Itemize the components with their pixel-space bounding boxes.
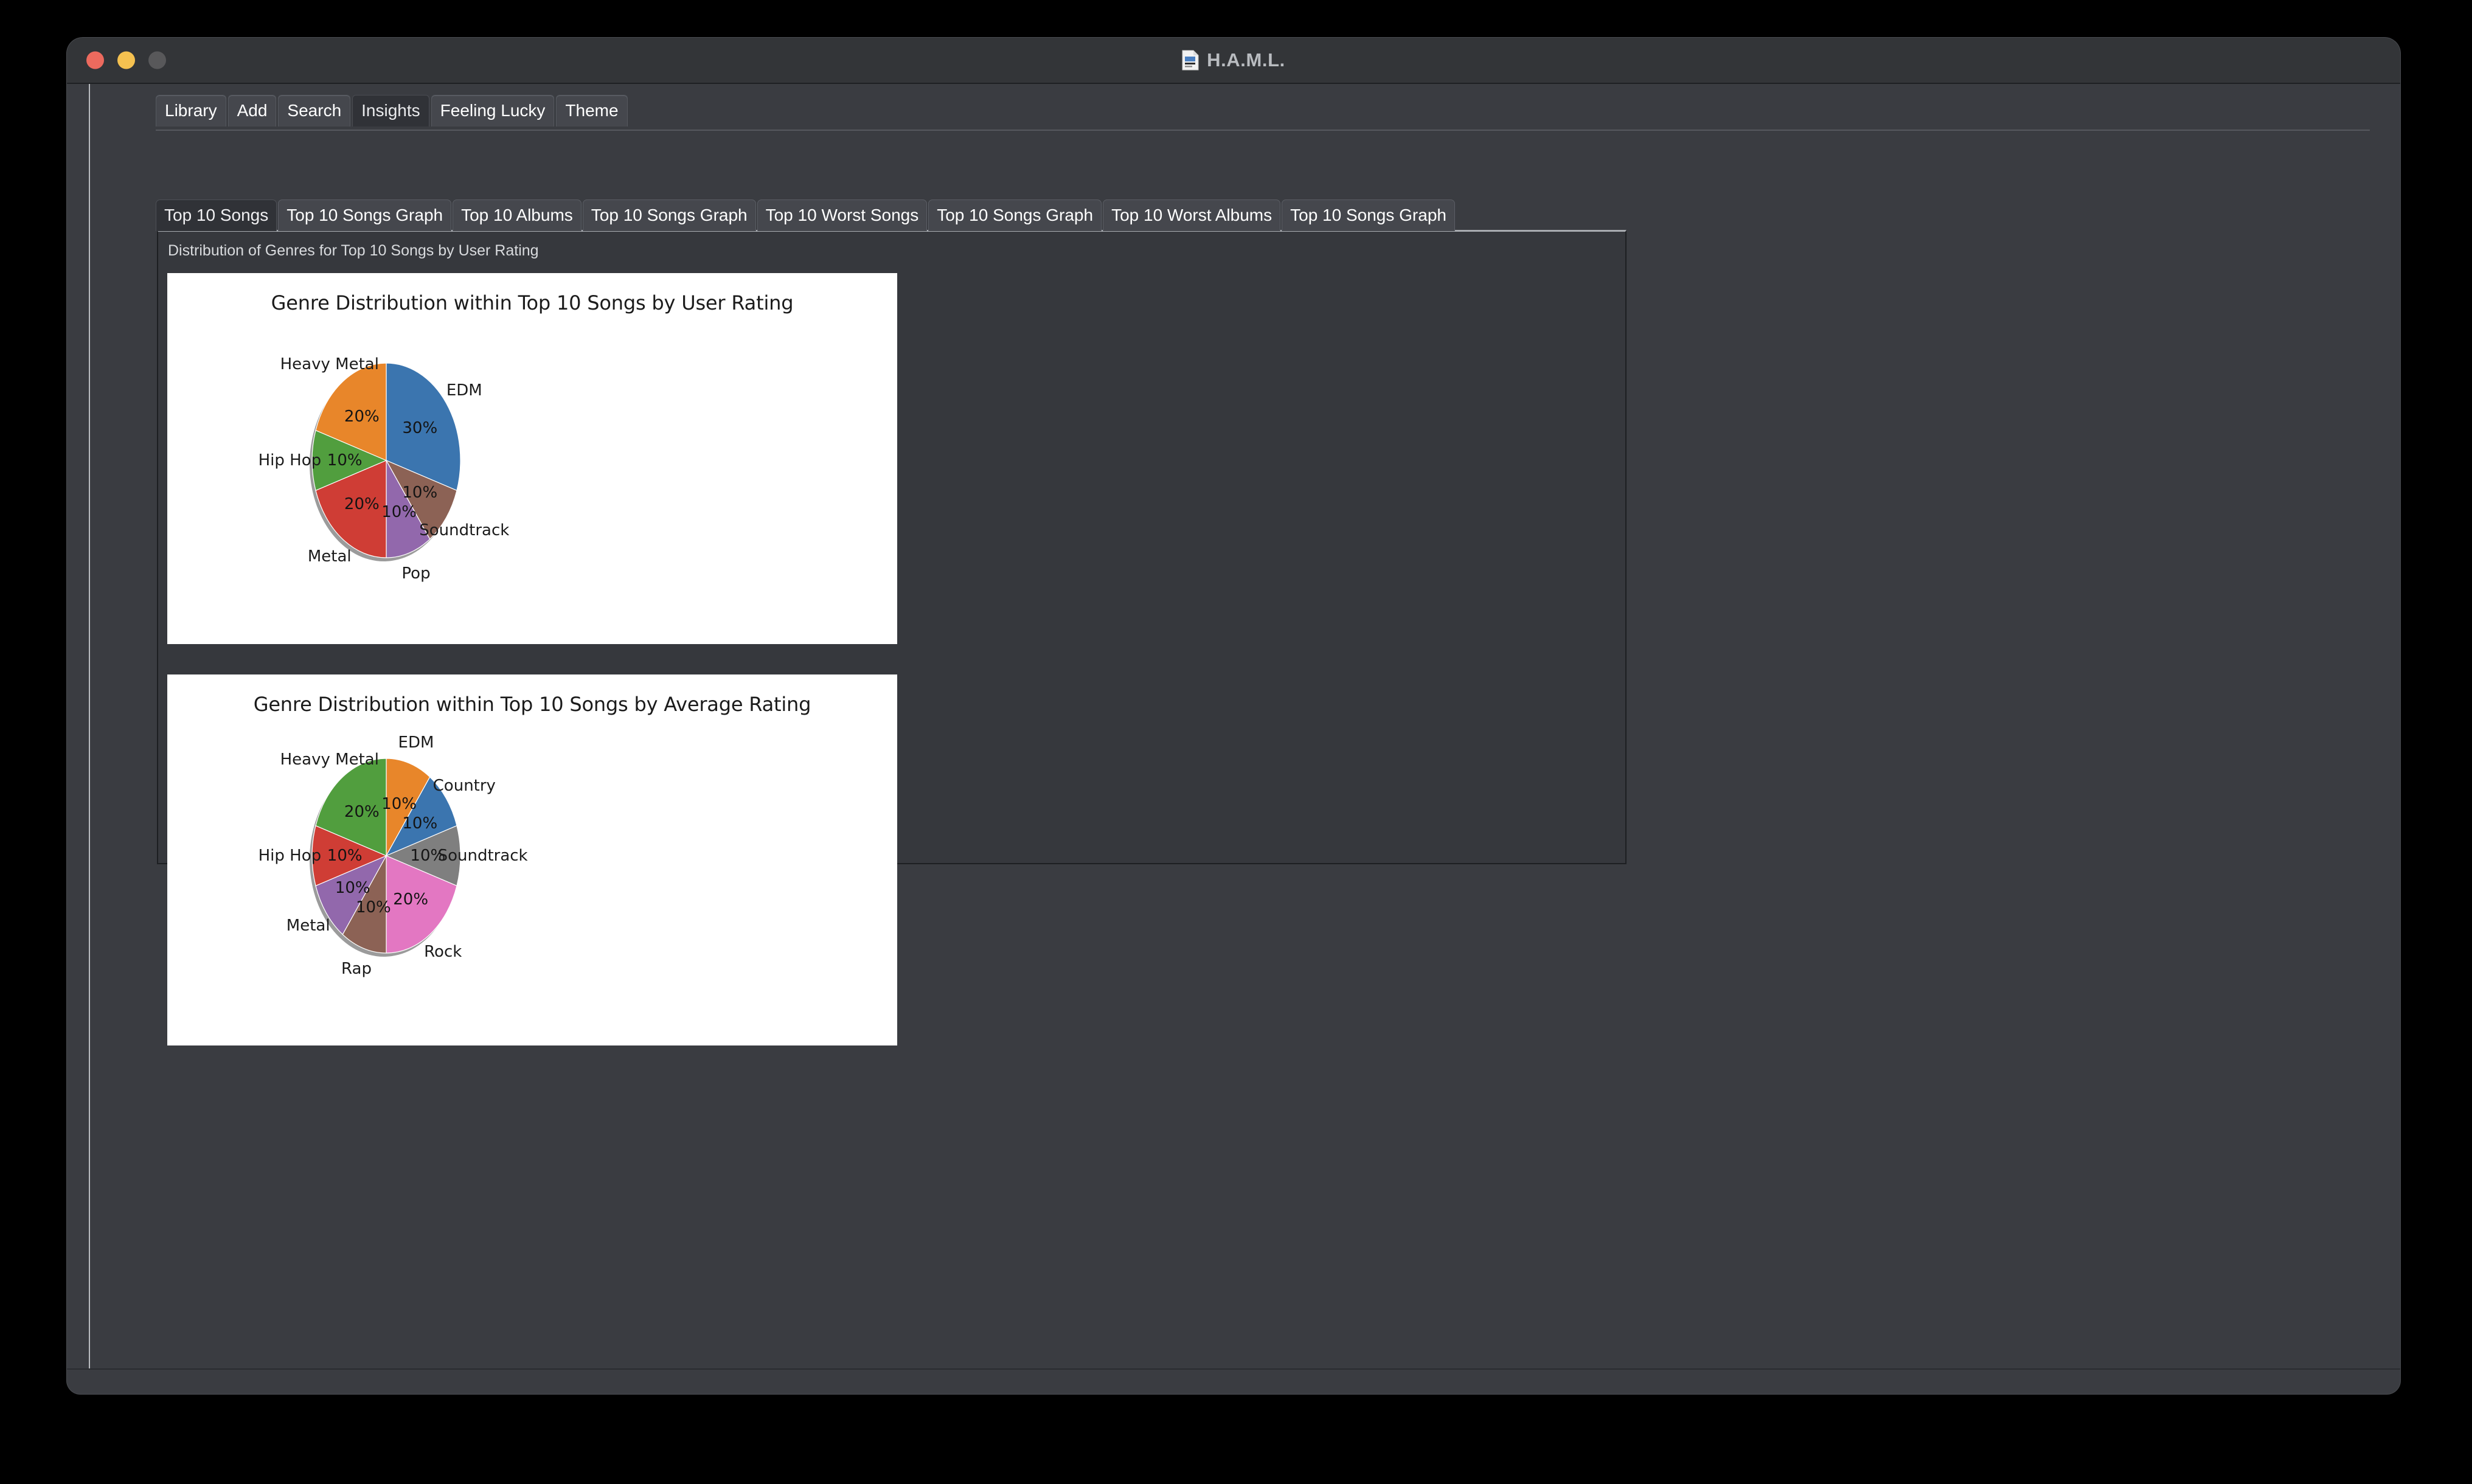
pie-slice-label: Heavy Metal — [280, 355, 379, 374]
pie-slice-label: Soundtrack — [437, 847, 528, 865]
zoom-window-button[interactable] — [148, 51, 166, 69]
pie-slice-label: Rap — [341, 959, 372, 978]
chart-2-title: Genre Distribution within Top 10 Songs b… — [253, 693, 811, 716]
document-icon — [1182, 50, 1199, 71]
pie-slice-percent: 20% — [344, 495, 380, 514]
app-window: H.A.M.L. Library Add Search Insights Fee… — [67, 38, 2400, 1394]
pie-slice-label: Rock — [424, 942, 462, 961]
pie-slice-label: EDM — [446, 381, 482, 400]
window-bottom-rule — [67, 1368, 2400, 1370]
window-titlebar: H.A.M.L. — [67, 38, 2400, 84]
pie-slice-label: Country — [432, 777, 496, 796]
pie-slice-percent: 20% — [393, 890, 429, 909]
chart-1-title: Genre Distribution within Top 10 Songs b… — [271, 291, 794, 314]
main-tab-add[interactable]: Add — [227, 95, 277, 127]
close-window-button[interactable] — [86, 51, 104, 69]
pie-slice-percent: 10% — [335, 878, 370, 897]
sub-tab-top-10-songs-graph-1[interactable]: Top 10 Songs Graph — [278, 199, 452, 231]
window-title: H.A.M.L. — [1207, 49, 1285, 71]
pie-slice-percent: 10% — [381, 503, 417, 522]
pie-slice-percent: 10% — [327, 847, 363, 865]
main-tab-search[interactable]: Search — [278, 95, 351, 127]
sub-tab-top-10-songs[interactable]: Top 10 Songs — [156, 199, 277, 231]
pie-slice-percent: 10% — [327, 451, 363, 470]
pie-slice-percent: 10% — [402, 814, 438, 833]
pie-slice-label: Metal — [286, 916, 330, 935]
pie-slice-percent: 30% — [402, 419, 438, 438]
pie-slice-percent: 20% — [344, 802, 380, 821]
pie-chart-user-rating: Genre Distribution within Top 10 Songs b… — [167, 273, 897, 644]
pie-slice-percent: 10% — [355, 898, 391, 917]
main-tab-theme[interactable]: Theme — [556, 95, 628, 127]
main-tab-library[interactable]: Library — [156, 95, 226, 127]
sub-tab-top-10-worst-songs[interactable]: Top 10 Worst Songs — [757, 199, 928, 231]
sub-tab-top-10-songs-graph-2[interactable]: Top 10 Songs Graph — [582, 199, 756, 231]
pie-slice-label: Hip Hop — [258, 847, 322, 865]
chart-1-plot-area: 30% EDM 10% Soundtrack 10% Pop 20% Metal 10% Hip … — [167, 314, 897, 619]
pie-slice-label: Metal — [307, 547, 352, 566]
pie-slice-percent: 20% — [344, 407, 380, 426]
window-left-rule — [89, 84, 90, 1368]
pie-slice-label: Hip Hop — [258, 451, 322, 470]
traffic-light-group — [86, 51, 166, 69]
pie-slice-percent: 10% — [381, 794, 417, 813]
pie-slice-label: Pop — [401, 564, 431, 583]
pie-slices — [311, 758, 461, 954]
pie-slice-percent: 10% — [402, 483, 438, 502]
chart-2-plot-area: 10% EDM 10% Country 10% Soundtrack 20% Rock 10% R… — [167, 716, 897, 1020]
main-tabs-underline — [156, 130, 2370, 131]
panel-caption: Distribution of Genres for Top 10 Songs … — [168, 242, 539, 259]
window-body: Library Add Search Insights Feeling Luck… — [67, 84, 2400, 1394]
sub-tab-top-10-albums[interactable]: Top 10 Albums — [453, 199, 582, 231]
pie-slice-label: EDM — [398, 733, 434, 752]
minimize-window-button[interactable] — [117, 51, 135, 69]
sub-tab-bar[interactable]: Top 10 Songs Top 10 Songs Graph Top 10 A… — [156, 199, 1456, 231]
content-panel: Distribution of Genres for Top 10 Songs … — [157, 230, 1627, 1045]
main-tab-insights[interactable]: Insights — [352, 95, 429, 127]
main-tab-feeling-lucky[interactable]: Feeling Lucky — [431, 95, 555, 127]
main-tab-bar[interactable]: Library Add Search Insights Feeling Luck… — [156, 95, 630, 127]
sub-tab-top-10-songs-graph-3[interactable]: Top 10 Songs Graph — [928, 199, 1102, 231]
pie-slice-label: Heavy Metal — [280, 751, 379, 769]
sub-tab-top-10-songs-graph-4[interactable]: Top 10 Songs Graph — [1282, 199, 1455, 231]
pie-chart-average-rating: Genre Distribution within Top 10 Songs b… — [167, 674, 897, 1045]
sub-tab-top-10-worst-albums[interactable]: Top 10 Worst Albums — [1103, 199, 1281, 231]
pie-slice-label: Soundtrack — [419, 521, 510, 539]
window-title-group: H.A.M.L. — [67, 49, 2400, 71]
